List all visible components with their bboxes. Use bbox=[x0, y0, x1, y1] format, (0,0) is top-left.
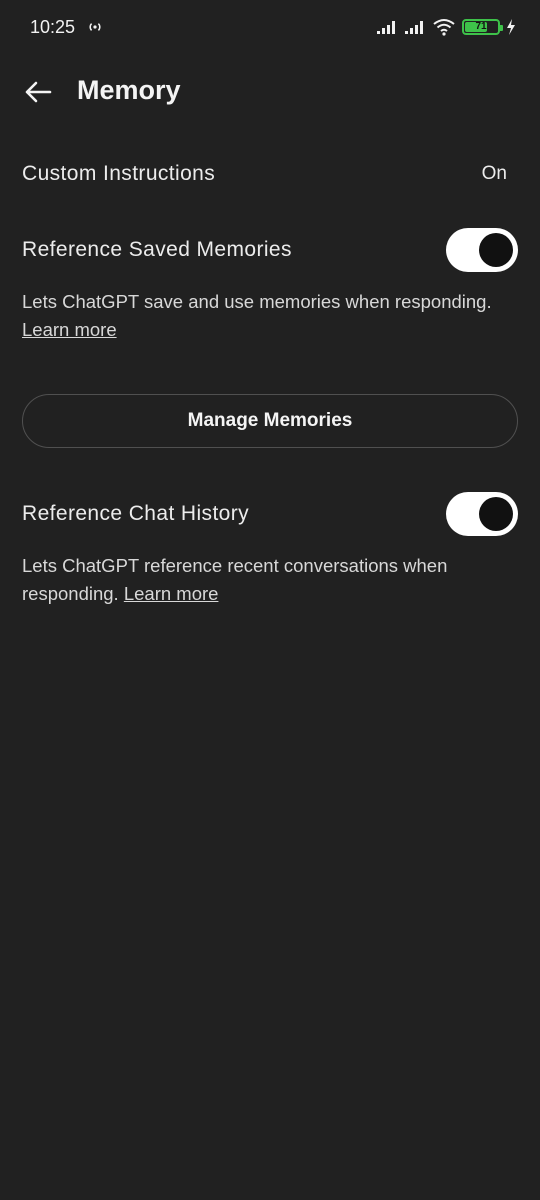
saved-memories-description-text: Lets ChatGPT save and use memories when … bbox=[22, 291, 492, 312]
custom-instructions-label: Custom Instructions bbox=[22, 162, 216, 185]
toggle-knob bbox=[479, 497, 513, 531]
page-title: Memory bbox=[77, 75, 181, 105]
manage-memories-button[interactable]: Manage Memories bbox=[22, 394, 518, 448]
chat-history-label: Reference Chat History bbox=[22, 502, 250, 525]
status-bar: 10:25 71 bbox=[0, 0, 540, 56]
status-icons: 71 bbox=[376, 16, 516, 38]
chat-history-toggle[interactable] bbox=[446, 492, 518, 536]
status-time: 10:25 bbox=[30, 17, 76, 37]
chat-history-learn-more-link[interactable]: Learn more bbox=[124, 583, 219, 604]
custom-instructions-value: On bbox=[481, 163, 507, 184]
signal-bars-icon bbox=[405, 21, 423, 34]
saved-memories-row: Reference Saved Memories bbox=[22, 228, 518, 272]
chat-history-row: Reference Chat History bbox=[22, 492, 518, 536]
wifi-icon bbox=[433, 19, 455, 36]
back-button[interactable] bbox=[18, 72, 58, 112]
saved-memories-label: Reference Saved Memories bbox=[22, 238, 292, 261]
saved-memories-toggle[interactable] bbox=[446, 228, 518, 272]
custom-instructions-row[interactable]: Custom Instructions On bbox=[22, 154, 518, 194]
chat-history-description-text: Lets ChatGPT reference recent conversati… bbox=[22, 555, 448, 604]
saved-memories-learn-more-link[interactable]: Learn more bbox=[22, 319, 117, 340]
arrow-left-icon bbox=[25, 81, 52, 103]
charging-bolt-icon bbox=[507, 19, 515, 35]
toggle-knob bbox=[479, 233, 513, 267]
saved-memories-description: Lets ChatGPT save and use memories when … bbox=[22, 288, 518, 344]
chat-history-description: Lets ChatGPT reference recent conversati… bbox=[22, 552, 492, 608]
signal-bars-icon bbox=[377, 21, 395, 34]
battery-tip bbox=[500, 25, 503, 31]
battery-icon: 71 bbox=[462, 19, 503, 35]
hotspot-icon bbox=[89, 23, 101, 31]
app-bar: Memory bbox=[0, 60, 540, 122]
battery-level: 71 bbox=[475, 21, 487, 32]
